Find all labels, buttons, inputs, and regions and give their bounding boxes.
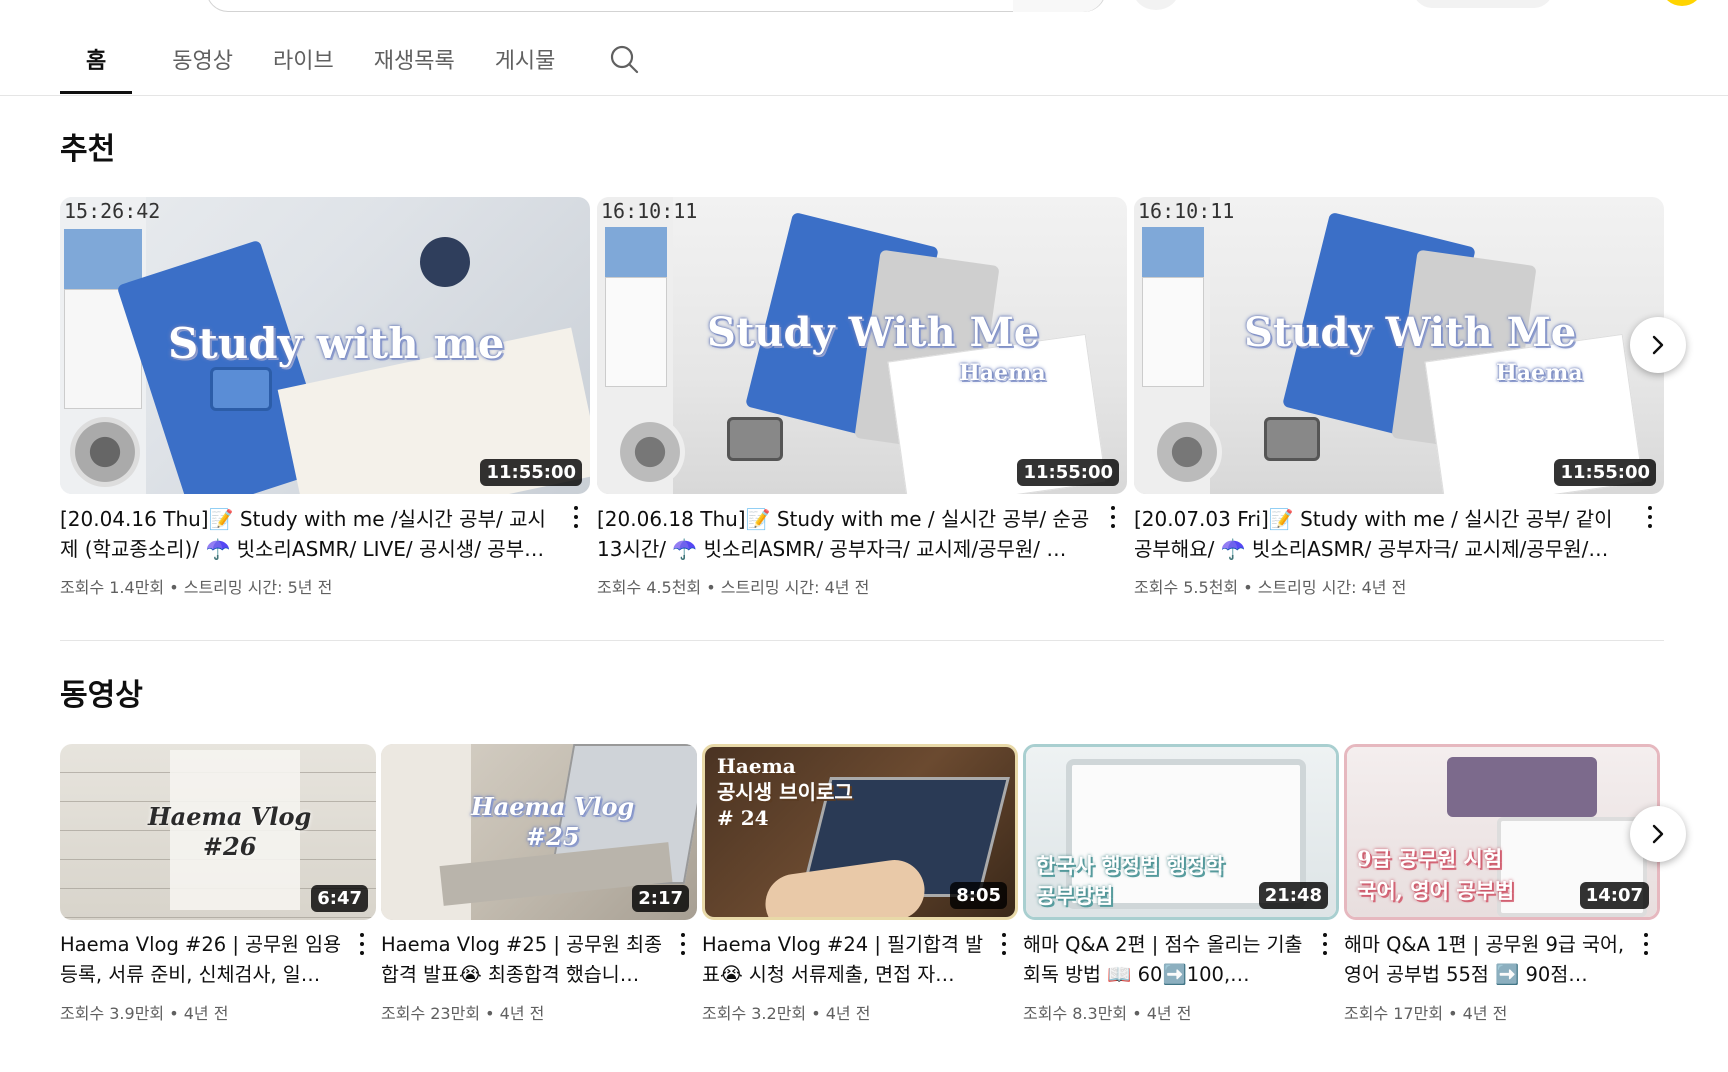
video-meta: 조회수 23만회 • 4년 전: [381, 1004, 545, 1023]
video-title[interactable]: 해마 Q&A 2편 | 점수 올리는 기출회독 방법 📖 60➡️100,…: [1023, 930, 1339, 990]
duration-badge: 21:48: [1258, 882, 1328, 909]
duration-badge: 2:17: [632, 885, 689, 912]
video-title[interactable]: Haema Vlog #24 | 필기합격 발표😭 시청 서류제출, 면접 자…: [702, 930, 1018, 990]
more-options-icon[interactable]: [1103, 503, 1123, 531]
video-thumbnail[interactable]: Haema Vlog #25 2:17: [381, 744, 697, 920]
thumbnail-overlay-text: 9급 공무원 시험 국어, 영어 공부법: [1357, 846, 1515, 903]
duration-badge: 11:55:00: [480, 459, 582, 486]
chevron-right-icon: [1652, 824, 1664, 844]
video-card[interactable]: Haema Vlog #26 6:47 Haema Vlog #26 | 공무원…: [60, 744, 376, 1024]
video-card[interactable]: 한국사 행정법 행정학 공부방법 21:48 해마 Q&A 2편 | 점수 올리…: [1023, 744, 1339, 1024]
thumbnail-overlay-text: Haema 공시생 브이로그 # 24: [717, 754, 853, 830]
more-options-icon[interactable]: [352, 930, 372, 958]
thumbnail-overlay-text: Haema Vlog #25: [471, 792, 635, 851]
channel-tabs: 홈 동영상 라이브 재생목록 게시물: [60, 24, 639, 94]
video-card[interactable]: 15:26:42 Study with me 11:55:00 [20.04.1…: [60, 197, 590, 598]
video-card[interactable]: Haema Vlog #25 2:17 Haema Vlog #25 | 공무원…: [381, 744, 697, 1024]
clock-overlay: 16:10:11: [601, 199, 698, 223]
video-meta: 조회수 5.5천회 • 스트리밍 시간: 4년 전: [1134, 578, 1407, 597]
duration-badge: 11:55:00: [1554, 459, 1656, 486]
video-title[interactable]: Haema Vlog #26 | 공무원 임용 등록, 서류 준비, 신체검사,…: [60, 930, 376, 990]
thumbnail-overlay-text: Study with me: [168, 319, 505, 368]
video-card[interactable]: 9급 공무원 시험 국어, 영어 공부법 14:07 해마 Q&A 1편 | 공…: [1344, 744, 1660, 1024]
duration-badge: 6:47: [311, 885, 368, 912]
duration-badge: 11:55:00: [1017, 459, 1119, 486]
duration-badge: 8:05: [950, 882, 1007, 909]
video-title[interactable]: Haema Vlog #25 | 공무원 최종 합격 발표😭 최종합격 했습니…: [381, 930, 697, 990]
video-meta: 조회수 1.4만회 • 스트리밍 시간: 5년 전: [60, 578, 333, 597]
more-options-icon[interactable]: [1315, 930, 1335, 958]
tab-live[interactable]: 라이브: [273, 24, 334, 94]
more-options-icon[interactable]: [566, 503, 586, 531]
tab-posts[interactable]: 게시물: [495, 24, 556, 94]
video-meta: 조회수 8.3만회 • 4년 전: [1023, 1004, 1192, 1023]
clock-overlay: 15:26:42: [64, 199, 161, 223]
chevron-right-icon: [1652, 335, 1664, 355]
video-thumbnail[interactable]: 한국사 행정법 행정학 공부방법 21:48: [1023, 744, 1339, 920]
carousel-next-button[interactable]: [1630, 806, 1686, 862]
video-title[interactable]: [20.07.03 Fri]📝 Study with me / 실시간 공부/ …: [1134, 504, 1664, 564]
video-thumbnail[interactable]: 15:26:42 Study with me 11:55:00: [60, 197, 590, 494]
tab-home[interactable]: 홈: [60, 24, 133, 94]
video-card[interactable]: Haema 공시생 브이로그 # 24 8:05 Haema Vlog #24 …: [702, 744, 1018, 1024]
video-title[interactable]: [20.06.18 Thu]📝 Study with me / 실시간 공부/ …: [597, 504, 1127, 564]
search-button[interactable]: [1013, 0, 1105, 12]
tab-playlists[interactable]: 재생목록: [374, 24, 455, 94]
video-meta: 조회수 17만회 • 4년 전: [1344, 1004, 1508, 1023]
clock-overlay: 16:10:11: [1138, 199, 1235, 223]
video-meta: 조회수 3.9만회 • 4년 전: [60, 1004, 229, 1023]
tab-videos[interactable]: 동영상: [172, 24, 233, 94]
section-divider: [60, 640, 1664, 641]
video-meta: 조회수 4.5천회 • 스트리밍 시간: 4년 전: [597, 578, 870, 597]
search-box[interactable]: [206, 0, 1106, 12]
video-thumbnail[interactable]: 9급 공무원 시험 국어, 영어 공부법 14:07: [1344, 744, 1660, 920]
video-card[interactable]: 16:10:11 Study With Me Haema 11:55:00 [2…: [597, 197, 1127, 598]
search-icon[interactable]: [609, 44, 639, 74]
voice-search-button[interactable]: [1133, 0, 1179, 10]
video-title[interactable]: 해마 Q&A 1편 | 공무원 9급 국어, 영어 공부법 55점 ➡️ 90점…: [1344, 930, 1660, 990]
section-title-videos: 동영상: [60, 678, 143, 713]
carousel-next-button[interactable]: [1630, 317, 1686, 373]
duration-badge: 14:07: [1579, 882, 1649, 909]
video-thumbnail[interactable]: 16:10:11 Study With Me Haema 11:55:00: [597, 197, 1127, 494]
avatar[interactable]: [1662, 0, 1702, 6]
video-meta: 조회수 3.2만회 • 4년 전: [702, 1004, 871, 1023]
more-options-icon[interactable]: [1640, 503, 1660, 531]
thumbnail-overlay-text: Study With Me: [707, 309, 1040, 356]
thumbnail-overlay-subtitle: Haema: [1496, 360, 1583, 386]
more-options-icon[interactable]: [1636, 930, 1656, 958]
thumbnail-overlay-text: 한국사 행정법 행정학 공부방법: [1036, 853, 1225, 908]
video-thumbnail[interactable]: 16:10:11 Study With Me Haema 11:55:00: [1134, 197, 1664, 494]
thumbnail-overlay-text: Study With Me: [1244, 309, 1577, 356]
more-options-icon[interactable]: [673, 930, 693, 958]
tabs-divider: [0, 95, 1728, 96]
video-title[interactable]: [20.04.16 Thu]📝 Study with me /실시간 공부/ 교…: [60, 504, 590, 564]
create-button[interactable]: [1413, 0, 1553, 8]
more-options-icon[interactable]: [994, 930, 1014, 958]
masthead: [0, 0, 1728, 12]
video-thumbnail[interactable]: Haema Vlog #26 6:47: [60, 744, 376, 920]
section-title-recommended: 추천: [60, 132, 116, 167]
thumbnail-overlay-text: Haema Vlog #26: [148, 802, 312, 861]
video-thumbnail[interactable]: Haema 공시생 브이로그 # 24 8:05: [702, 744, 1018, 920]
thumbnail-overlay-subtitle: Haema: [959, 360, 1046, 386]
video-card[interactable]: 16:10:11 Study With Me Haema 11:55:00 [2…: [1134, 197, 1664, 598]
